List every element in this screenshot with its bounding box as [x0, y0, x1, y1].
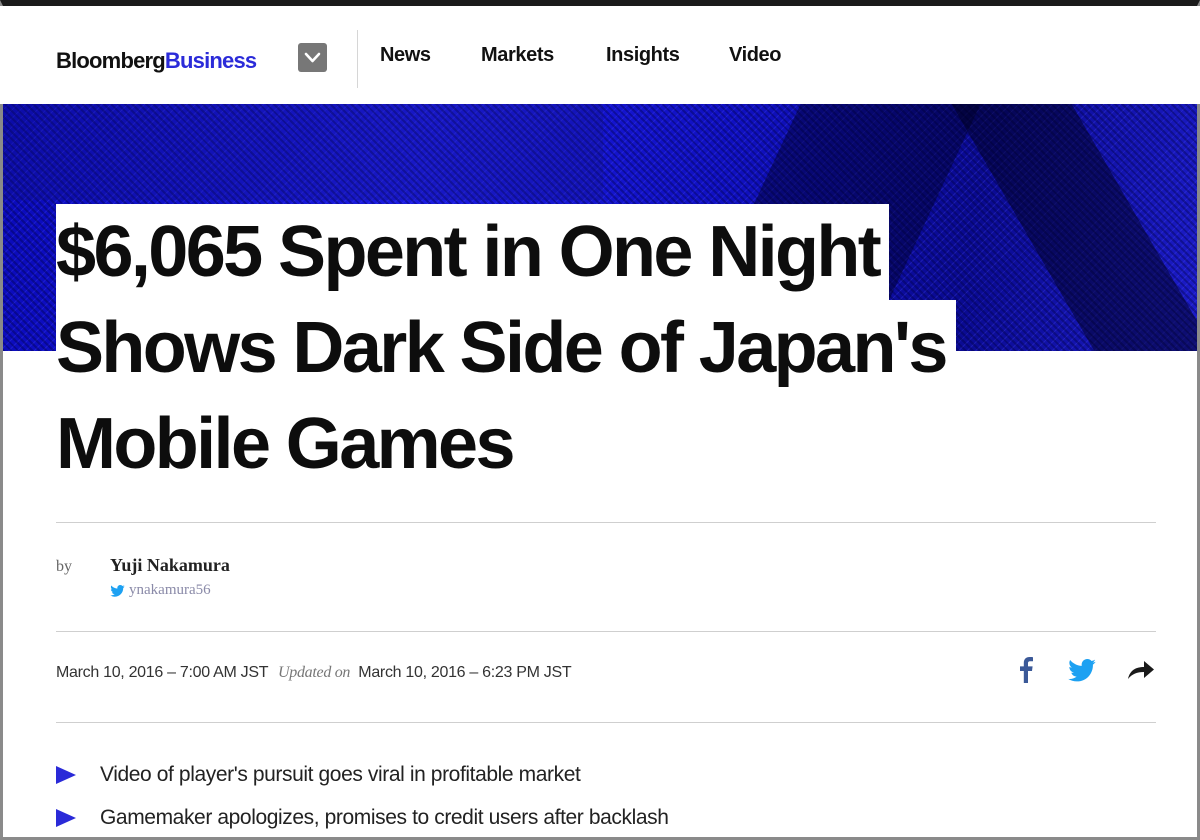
summary-bullet: Video of player's pursuit goes viral in …: [56, 763, 581, 787]
share-arrow-icon: [1128, 661, 1154, 679]
nav-item-video[interactable]: Video: [729, 44, 781, 67]
divider: [56, 722, 1156, 723]
summary-bullet-text: Video of player's pursuit goes viral in …: [100, 763, 581, 786]
nav-item-markets[interactable]: Markets: [481, 44, 554, 67]
header-divider: [357, 30, 358, 88]
share-twitter-button[interactable]: [1066, 655, 1098, 685]
author-name[interactable]: Yuji Nakamura: [110, 555, 230, 576]
headline-line: Mobile Games: [56, 396, 523, 492]
bloomberg-business-logo[interactable]: BloombergBusiness: [56, 48, 257, 74]
author-twitter-handle[interactable]: ynakamura56: [110, 582, 211, 599]
headline-line: $6,065 Spent in One Night: [56, 204, 890, 300]
chevron-down-icon: [304, 52, 321, 62]
byline-label: by: [56, 558, 72, 575]
divider: [56, 522, 1156, 523]
share-more-button[interactable]: [1124, 655, 1158, 685]
menu-dropdown-button[interactable]: [298, 43, 327, 72]
updated-date: March 10, 2016 – 6:23 PM JST: [358, 664, 572, 681]
twitter-bird-icon: [110, 584, 125, 597]
published-date: March 10, 2016 – 7:00 AM JST: [56, 664, 268, 681]
logo-sub: Business: [164, 48, 257, 73]
hero-shard: [951, 104, 1197, 351]
summary-bullet-text: Gamemaker apologizes, promises to credit…: [100, 806, 669, 829]
nav-item-insights[interactable]: Insights: [606, 44, 680, 67]
handle-text: ynakamura56: [129, 582, 211, 598]
hero-shard: [3, 104, 603, 200]
share-facebook-button[interactable]: [1014, 655, 1038, 685]
article-dateline: March 10, 2016 – 7:00 AM JST Updated on …: [56, 664, 572, 682]
headline-line: Shows Dark Side of Japan's: [56, 300, 956, 396]
summary-bullet: Gamemaker apologizes, promises to credit…: [56, 806, 669, 830]
nav-item-news[interactable]: News: [380, 44, 431, 67]
bullet-triangle-icon: [56, 766, 76, 784]
site-header: BloombergBusiness News Markets Insights …: [0, 6, 1200, 104]
bullet-triangle-icon: [56, 809, 76, 827]
divider: [56, 631, 1156, 632]
twitter-icon: [1068, 658, 1096, 681]
logo-brand: Bloomberg: [56, 48, 166, 73]
updated-label: Updated on: [278, 664, 351, 681]
facebook-icon: [1020, 657, 1033, 683]
